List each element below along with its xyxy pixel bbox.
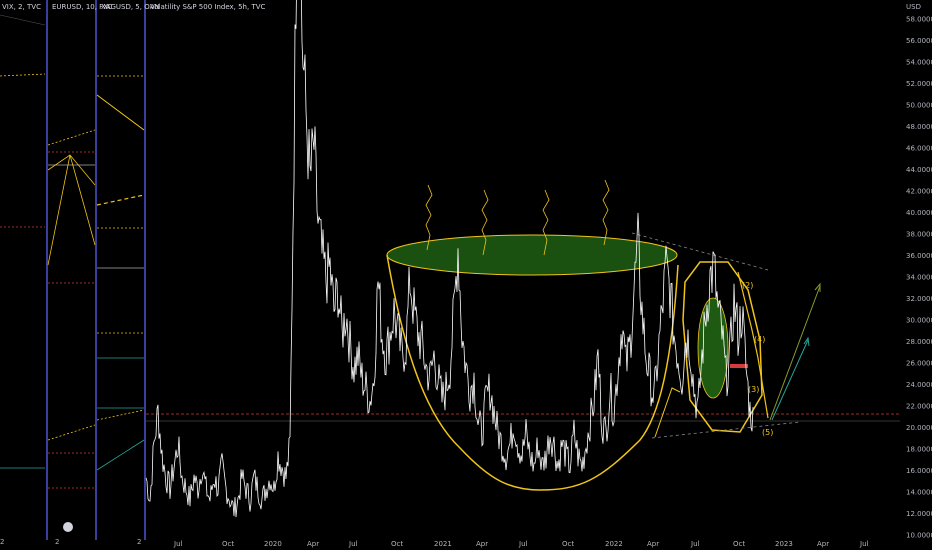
cup-rim-ellipse[interactable]	[386, 234, 678, 276]
level-line	[47, 424, 96, 441]
y-tick-label: 20.0000	[906, 424, 932, 432]
y-tick-label: 54.0000	[906, 58, 932, 66]
x-tick-label: Apr	[647, 540, 659, 548]
x-tick-label: Apr	[307, 540, 319, 548]
y-tick-label: 14.0000	[906, 489, 932, 497]
x-tick-label: Oct	[733, 540, 745, 548]
x-tick-label: Apr	[817, 540, 829, 548]
y-tick-label: 58.0000	[906, 15, 932, 23]
y-tick-label: 18.0000	[906, 446, 932, 454]
y-tick-label: 12.0000	[906, 510, 932, 518]
y-tick-label: 42.0000	[906, 187, 932, 195]
trend-line	[0, 14, 46, 26]
wave-label: (3)	[748, 385, 759, 394]
wave-label: (4)	[754, 335, 765, 344]
currency-label: USD	[906, 3, 921, 11]
y-tick-label: 46.0000	[906, 144, 932, 152]
wave-label: (5)	[762, 428, 773, 437]
y-tick-label: 52.0000	[906, 80, 932, 88]
x-tick-label: Jul	[690, 540, 700, 548]
level-line	[0, 73, 46, 77]
x-tick-label: Jul	[173, 540, 183, 548]
pane-title[interactable]: Volatility S&P 500 Index, 5h, TVC	[150, 3, 265, 11]
trend-line	[96, 439, 145, 471]
y-tick-label: 28.0000	[906, 338, 932, 346]
steam-line	[602, 179, 610, 246]
y-tick-label: 44.0000	[906, 166, 932, 174]
support-trend-line[interactable]	[651, 421, 801, 439]
x-tick-label: Jul	[348, 540, 358, 548]
y-tick-label: 34.0000	[906, 274, 932, 282]
x-tick-label: 2021	[434, 540, 452, 548]
handle-ellipse[interactable]	[697, 297, 729, 399]
projection-arrow[interactable]	[769, 285, 821, 421]
tv-logo-icon[interactable]	[63, 522, 73, 532]
y-tick-label: 56.0000	[906, 37, 932, 45]
y-tick-label: 10.0000	[906, 532, 932, 540]
pane-axis-label: 2	[137, 538, 141, 546]
pane-axis-label: 2	[55, 538, 59, 546]
y-tick-label: 40.0000	[906, 209, 932, 217]
x-tick-label: Jul	[859, 540, 869, 548]
level-line	[96, 409, 145, 421]
level-line	[47, 129, 96, 146]
x-tick-label: Jul	[518, 540, 528, 548]
y-tick-label: 50.0000	[906, 101, 932, 109]
x-tick-label: 2020	[264, 540, 282, 548]
price-axis[interactable]: 58.0000 56.0000 54.0000 52.0000 50.0000 48.00…	[906, 15, 932, 539]
x-tick-label: 2023	[775, 540, 793, 548]
y-tick-label: 22.0000	[906, 403, 932, 411]
chart-canvas[interactable]: 2 2 2 (2) (4) (3) (5) 58.000 56.000 54.0…	[0, 0, 932, 550]
x-tick-label: Oct	[391, 540, 403, 548]
x-tick-label: Apr	[476, 540, 488, 548]
pane-title[interactable]: VIX, 2, TVC	[2, 3, 41, 11]
y-tick-label: 36.0000	[906, 252, 932, 260]
x-tick-label: Oct	[562, 540, 574, 548]
y-tick-label: 26.0000	[906, 360, 932, 368]
wave-label: (2)	[742, 281, 753, 290]
wave-line	[737, 271, 769, 419]
mini-panes: 2 2 2	[0, 0, 146, 546]
wave-line	[654, 387, 681, 438]
target-marker[interactable]	[730, 364, 748, 368]
arrow-head-icon	[803, 336, 810, 347]
x-tick-label: Oct	[222, 540, 234, 548]
y-tick-label: 38.0000	[906, 231, 932, 239]
level-line	[96, 194, 145, 206]
projection-arrow[interactable]	[771, 339, 809, 421]
y-tick-label: 16.0000	[906, 467, 932, 475]
pane-axis-label: 2	[0, 538, 4, 546]
y-tick-label: 30.0000	[906, 317, 932, 325]
x-tick-label: 2022	[605, 540, 623, 548]
y-tick-label: 48.0000	[906, 123, 932, 131]
trend-line	[47, 154, 96, 266]
y-tick-label: 32.0000	[906, 295, 932, 303]
time-axis[interactable]: Jul Oct 2020 Apr Jul Oct 2021 Apr Jul Oct 2022 Apr J…	[173, 540, 869, 548]
trend-line	[96, 94, 145, 131]
y-tick-label: 24.0000	[906, 381, 932, 389]
